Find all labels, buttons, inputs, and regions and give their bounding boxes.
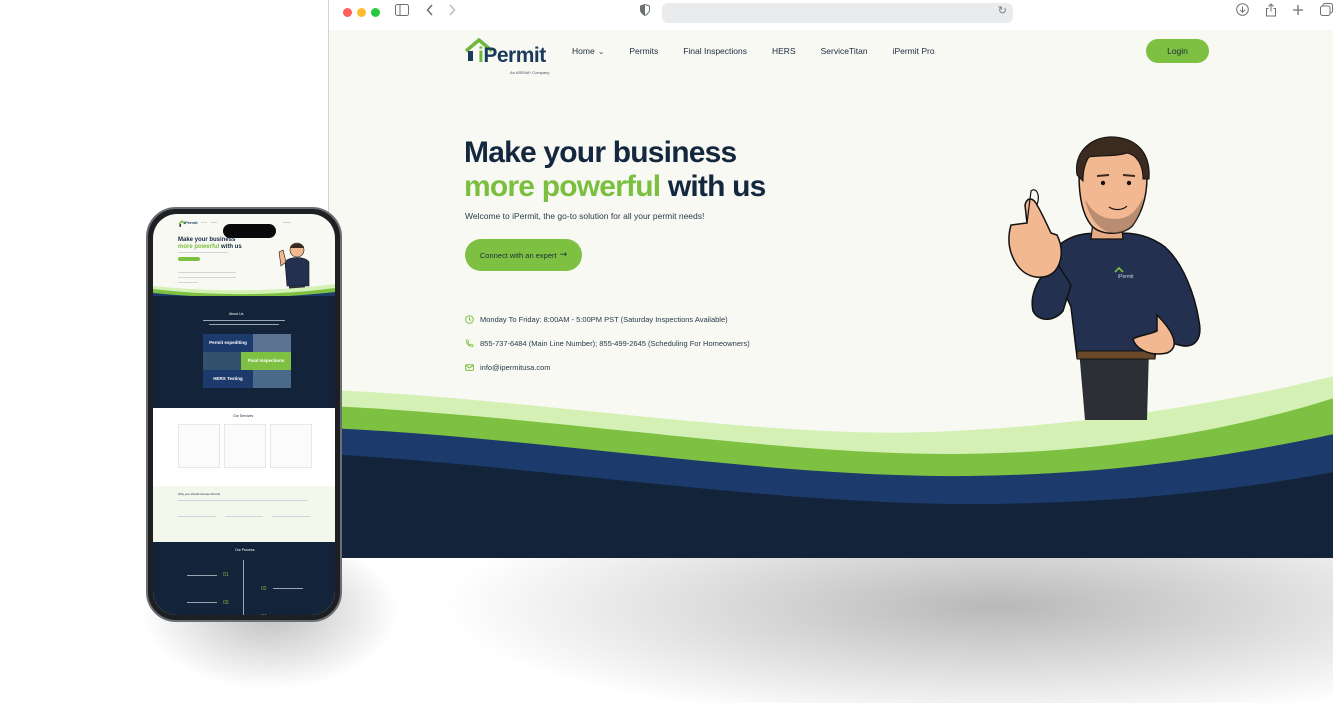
website: iPermit An ARENA* Company Home ⌄ Permits … — [329, 30, 1333, 558]
nav-hers[interactable]: HERS — [772, 44, 796, 58]
phone-process-title: Our Process — [235, 548, 255, 552]
download-icon[interactable] — [1236, 3, 1249, 23]
nav-servicetitan[interactable]: ServiceTitan — [821, 44, 868, 58]
close-window-button[interactable] — [343, 8, 352, 17]
browser-shadow — [420, 540, 1333, 703]
phone-about-text — [209, 324, 279, 325]
phone-process-section: Our Process 01 02 03 04 — [153, 542, 335, 615]
phone-tile-hers[interactable]: HERS Testing — [203, 370, 253, 388]
share-icon[interactable] — [1265, 3, 1277, 24]
phone-step-number: 02 — [261, 586, 267, 592]
zoom-window-button[interactable] — [371, 8, 380, 17]
hero-title-line1: Make your business — [464, 136, 737, 169]
phone-icon — [465, 339, 474, 348]
phone-why-text — [225, 516, 263, 517]
phone-services-section: Our Services — [153, 408, 335, 486]
phone-why-text — [178, 516, 216, 517]
tabs-icon[interactable] — [1320, 3, 1333, 23]
logo-tagline: An ARENA* Company — [510, 70, 550, 75]
nav-home[interactable]: Home ⌄ — [572, 44, 604, 58]
hero-title-line2: more powerful with us — [464, 170, 766, 203]
browser-toolbar: ↻ — [329, 0, 1333, 30]
phone-info-line — [178, 272, 236, 273]
forward-icon[interactable] — [448, 3, 456, 23]
phone-why-text — [272, 516, 310, 517]
arrow-right-icon: → — [559, 250, 568, 260]
phone-step-text — [187, 575, 217, 576]
phone-tile-photo — [203, 352, 241, 370]
chevron-down-icon: ⌄ — [597, 47, 605, 56]
svg-text:iPermit: iPermit — [1118, 274, 1134, 280]
reload-icon[interactable]: ↻ — [998, 4, 1007, 17]
phone-process-timeline — [243, 560, 244, 615]
minimize-window-button[interactable] — [357, 8, 366, 17]
phone-nav-placeholder — [211, 222, 217, 223]
phone-nav-placeholder — [283, 222, 291, 223]
phone-hero-title: Make your business more powerful with us — [178, 237, 242, 250]
ipermit-logo[interactable]: iPermit An ARENA* Company — [464, 35, 554, 75]
nav-permits[interactable]: Permits — [629, 44, 658, 58]
phone-step-number: 04 — [261, 614, 267, 615]
phone-service-card[interactable] — [178, 424, 220, 468]
phone-info-line — [178, 277, 236, 278]
phone-why-text — [178, 500, 308, 501]
phone-step-text — [187, 602, 217, 603]
phone-step-number: 01 — [223, 572, 229, 578]
phone-tile-permit[interactable]: Permit expediting — [203, 334, 253, 352]
phone-step-text — [273, 588, 303, 589]
connect-expert-button[interactable]: Connect with an expert → — [465, 239, 582, 271]
phone-tile-photo — [253, 370, 291, 388]
phone-tile-photo — [253, 334, 291, 352]
browser-window: ↻ iPermit An ARENA* Company Home ⌄ Permi… — [328, 0, 1333, 558]
phone-about-text — [203, 320, 285, 321]
phone-why-section: Why you should choose iPermit — [153, 486, 335, 542]
dynamic-island — [223, 224, 276, 238]
phone-tile-final[interactable]: Final Inspections — [241, 352, 291, 370]
phone-about-title: About Us — [229, 312, 244, 316]
phone-mockup: iPermit Make your business more powerful… — [146, 207, 342, 622]
phone-why-title: Why you should choose iPermit — [178, 492, 221, 496]
login-button[interactable]: Login — [1146, 39, 1209, 63]
new-tab-icon[interactable] — [1292, 3, 1304, 23]
phone-nav-placeholder — [201, 222, 207, 223]
hours-info: Monday To Friday: 8:00AM - 5:00PM PST (S… — [465, 315, 728, 324]
sidebar-icon[interactable] — [395, 3, 409, 23]
phone-logo-text: iPermit — [184, 220, 198, 225]
shield-icon[interactable] — [640, 3, 650, 23]
phone-screen: iPermit Make your business more powerful… — [153, 214, 335, 615]
hero-subtitle: Welcome to iPermit, the go-to solution f… — [465, 211, 705, 221]
logo-text: Permit — [483, 44, 546, 67]
nav-ipermit-pro[interactable]: iPermit Pro — [893, 44, 935, 58]
phone-services-title: Our Services — [233, 414, 254, 418]
main-nav: Home ⌄ Permits Final Inspections HERS Ser… — [572, 44, 960, 58]
mascot-illustration: iPermit — [1008, 136, 1201, 420]
phone-step-number: 03 — [223, 600, 229, 606]
phone-info: 855-737-6484 (Main Line Number); 855-499… — [465, 339, 750, 348]
address-bar[interactable]: ↻ — [662, 3, 1013, 23]
nav-final-inspections[interactable]: Final Inspections — [683, 44, 747, 58]
phone-service-card[interactable] — [270, 424, 312, 468]
back-icon[interactable] — [426, 3, 434, 23]
phone-service-card[interactable] — [224, 424, 266, 468]
phone-hero-subtitle — [178, 252, 228, 253]
clock-icon — [465, 315, 474, 324]
phone-cta-button[interactable] — [178, 257, 200, 261]
